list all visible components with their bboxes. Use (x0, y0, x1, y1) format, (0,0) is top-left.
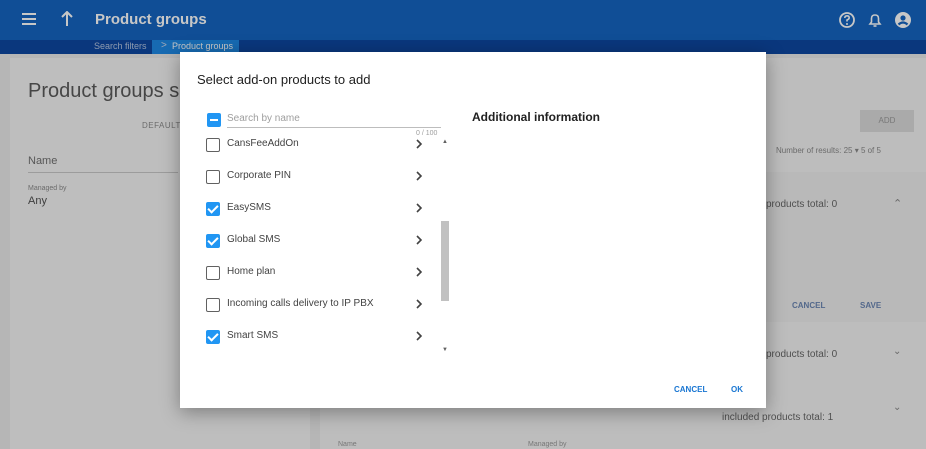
product-label: EasySMS (227, 202, 271, 213)
scrollbar-thumb[interactable] (441, 221, 449, 301)
scroll-up-icon[interactable]: ▲ (442, 139, 448, 145)
list-item[interactable]: Corporate PIN (194, 165, 439, 189)
product-checkbox[interactable] (206, 202, 220, 216)
product-label: Smart SMS (227, 330, 279, 341)
list-item[interactable]: Incoming calls delivery to IP PBX (194, 293, 439, 317)
chevron-right-icon[interactable] (414, 233, 424, 247)
product-label: Corporate PIN (227, 170, 291, 181)
chevron-right-icon[interactable] (414, 297, 424, 311)
list-item[interactable]: Home plan (194, 261, 439, 285)
cancel-button[interactable]: CANCEL (674, 385, 707, 394)
select-all-checkbox[interactable] (207, 113, 221, 127)
chevron-right-icon[interactable] (414, 137, 424, 151)
product-checkbox[interactable] (206, 170, 220, 184)
ok-button[interactable]: OK (731, 385, 743, 394)
add-on-products-dialog: Select add-on products to add 0 / 100 Ca… (180, 52, 766, 408)
scroll-down-icon[interactable]: ▼ (442, 347, 448, 353)
additional-info-title: Additional information (472, 110, 600, 124)
product-checkbox[interactable] (206, 330, 220, 344)
product-checkbox[interactable] (206, 266, 220, 280)
list-item[interactable]: Smart SMS (194, 325, 439, 349)
product-checkbox[interactable] (206, 298, 220, 312)
product-label: Global SMS (227, 234, 281, 245)
chevron-right-icon[interactable] (414, 329, 424, 343)
dialog-title: Select add-on products to add (197, 72, 371, 87)
product-checkbox[interactable] (206, 234, 220, 248)
list-item[interactable]: EasySMS (194, 197, 439, 221)
list-scrollbar[interactable]: ▲ ▼ (438, 139, 452, 355)
list-item[interactable]: Global SMS (194, 229, 439, 253)
chevron-right-icon[interactable] (414, 201, 424, 215)
product-label: Home plan (227, 266, 276, 277)
product-label: CansFeeAddOn (227, 138, 299, 149)
product-label: Incoming calls delivery to IP PBX (227, 298, 374, 309)
chevron-right-icon[interactable] (414, 169, 424, 183)
chevron-right-icon[interactable] (414, 265, 424, 279)
product-checkbox[interactable] (206, 138, 220, 152)
list-item[interactable]: CansFeeAddOn (194, 133, 439, 157)
search-input[interactable] (227, 110, 441, 128)
product-list: CansFeeAddOn Corporate PIN EasySMS Global S… (194, 133, 452, 359)
